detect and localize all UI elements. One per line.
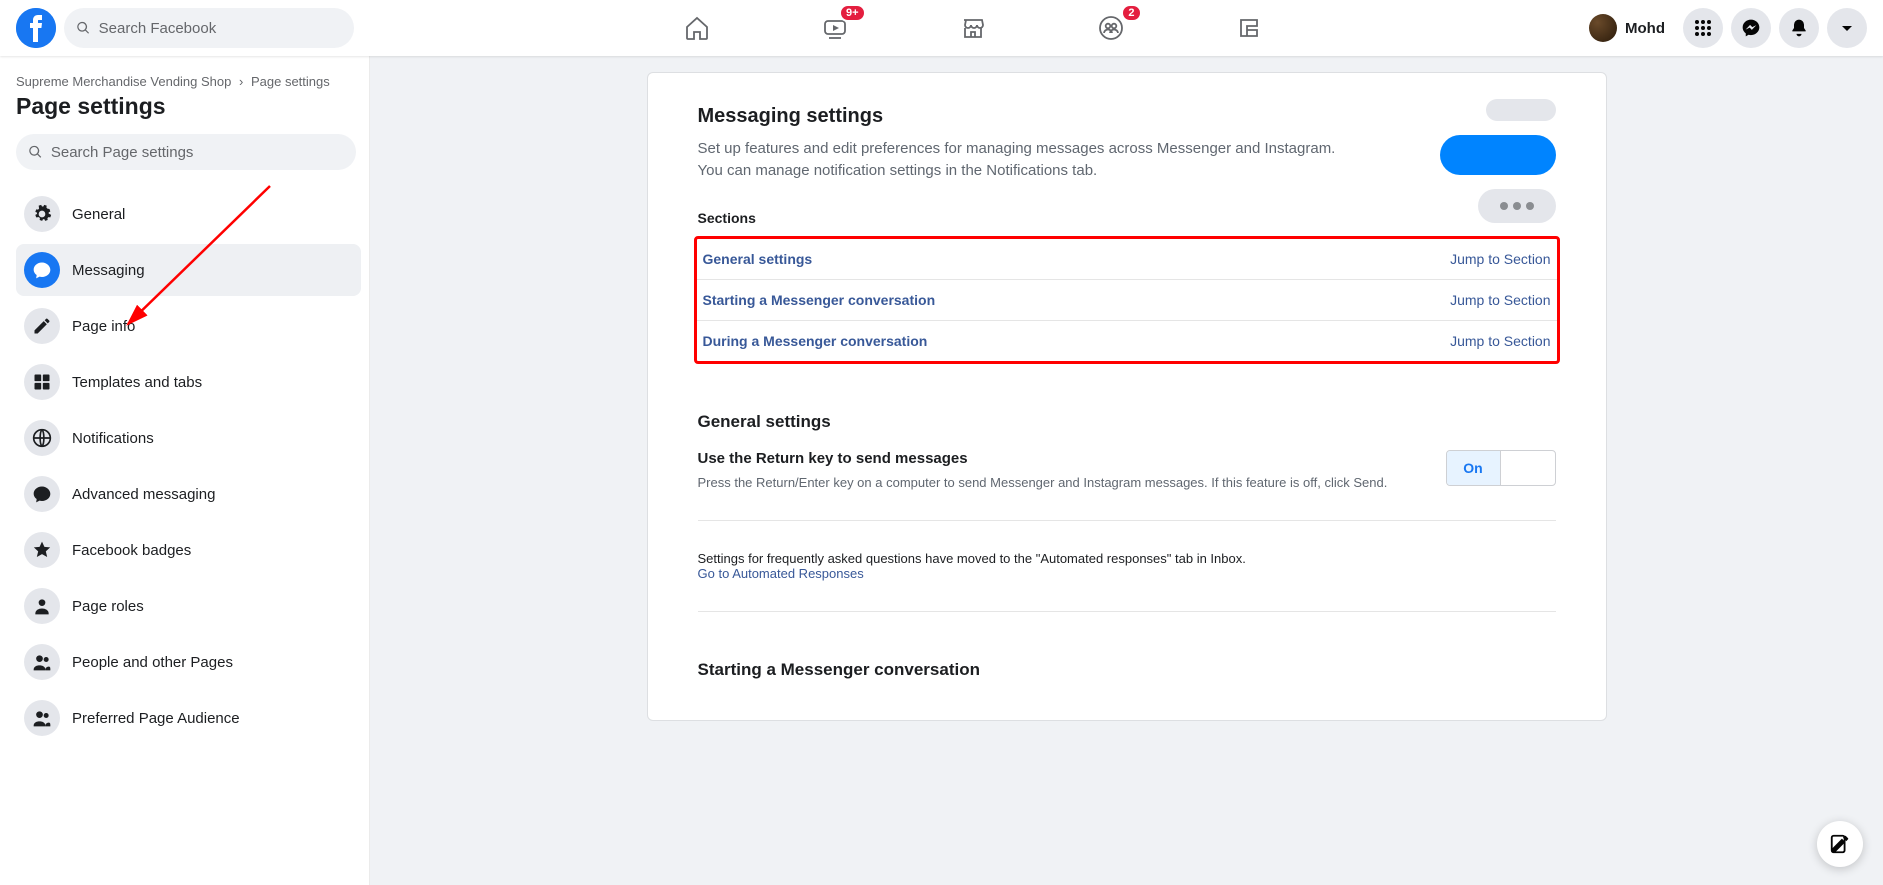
jump-link[interactable]: Jump to Section — [1450, 251, 1550, 267]
starting-heading: Starting a Messenger conversation — [698, 660, 1556, 680]
user-name: Mohd — [1625, 20, 1665, 37]
sections-label: Sections — [698, 210, 1556, 226]
breadcrumb-current: Page settings — [251, 74, 330, 89]
chat-illustration — [1440, 99, 1556, 223]
star-icon — [24, 532, 60, 568]
sidebar-item-label: Templates and tabs — [72, 374, 202, 391]
section-link[interactable]: General settings — [703, 251, 813, 267]
return-key-toggle[interactable]: On — [1446, 450, 1556, 486]
sidebar-item-people[interactable]: People and other Pages — [16, 636, 361, 688]
groups-icon — [1097, 14, 1125, 42]
account-dropdown[interactable] — [1827, 8, 1867, 48]
global-search[interactable] — [64, 8, 354, 48]
sidebar-item-label: People and other Pages — [72, 654, 233, 671]
panel-heading: Messaging settings — [698, 105, 1556, 128]
section-link[interactable]: Starting a Messenger conversation — [703, 292, 936, 308]
setting-title: Use the Return key to send messages — [698, 450, 1388, 467]
chat-icon — [24, 476, 60, 512]
tab-gaming[interactable] — [1184, 0, 1314, 56]
pencil-icon — [24, 308, 60, 344]
person-icon — [24, 588, 60, 624]
grid-icon — [1693, 18, 1713, 38]
panel-description: Set up features and edit preferences for… — [698, 138, 1348, 182]
global-search-input[interactable] — [99, 20, 342, 37]
top-nav: 9+ 2 Mohd — [0, 0, 1883, 56]
breadcrumb-page-link[interactable]: Supreme Merchandise Vending Shop — [16, 74, 231, 89]
people-icon — [24, 700, 60, 736]
sidebar-search[interactable] — [16, 134, 356, 170]
search-icon — [76, 20, 91, 36]
sidebar-item-label: Notifications — [72, 430, 154, 447]
avatar — [1589, 14, 1617, 42]
divider — [698, 520, 1556, 521]
sidebar-item-label: Advanced messaging — [72, 486, 215, 503]
tab-watch[interactable]: 9+ — [770, 0, 900, 56]
people-icon — [24, 644, 60, 680]
marketplace-icon — [959, 14, 987, 42]
menu-button[interactable] — [1683, 8, 1723, 48]
sidebar-list: General Messaging Page info Templates an… — [16, 188, 361, 744]
sidebar-item-label: Messaging — [72, 262, 145, 279]
messaging-panel: Messaging settings Set up features and e… — [647, 72, 1607, 721]
compose-button[interactable] — [1817, 821, 1863, 867]
sections-highlight-box: General settings Jump to Section Startin… — [694, 236, 1560, 364]
main-content: Messaging settings Set up features and e… — [370, 0, 1883, 885]
section-row-during[interactable]: During a Messenger conversation Jump to … — [697, 321, 1557, 361]
sidebar-item-label: Page info — [72, 318, 135, 335]
gear-icon — [24, 196, 60, 232]
general-heading: General settings — [698, 412, 1556, 432]
chat-icon — [24, 252, 60, 288]
page-title: Page settings — [16, 93, 361, 120]
return-key-setting: Use the Return key to send messages Pres… — [698, 450, 1556, 490]
watch-badge: 9+ — [839, 4, 866, 22]
notifications-button[interactable] — [1779, 8, 1819, 48]
section-row-starting[interactable]: Starting a Messenger conversation Jump t… — [697, 280, 1557, 321]
user-chip[interactable]: Mohd — [1585, 10, 1675, 46]
tab-home[interactable] — [632, 0, 762, 56]
jump-link[interactable]: Jump to Section — [1450, 292, 1550, 308]
toggle-on[interactable]: On — [1447, 451, 1501, 485]
section-row-general[interactable]: General settings Jump to Section — [697, 239, 1557, 280]
compose-icon — [1829, 833, 1851, 855]
tab-groups[interactable]: 2 — [1046, 0, 1176, 56]
sidebar-item-audience[interactable]: Preferred Page Audience — [16, 692, 361, 744]
toggle-off[interactable] — [1501, 451, 1555, 485]
jump-link[interactable]: Jump to Section — [1450, 333, 1550, 349]
breadcrumb-separator: › — [239, 74, 243, 89]
sidebar-item-label: Facebook badges — [72, 542, 191, 559]
setting-subtitle: Press the Return/Enter key on a computer… — [698, 475, 1388, 490]
sidebar-search-input[interactable] — [51, 144, 344, 161]
sidebar: Supreme Merchandise Vending Shop › Page … — [0, 56, 370, 885]
messenger-icon — [1741, 18, 1761, 38]
section-link[interactable]: During a Messenger conversation — [703, 333, 928, 349]
sidebar-item-page-roles[interactable]: Page roles — [16, 580, 361, 632]
messenger-button[interactable] — [1731, 8, 1771, 48]
sidebar-item-page-info[interactable]: Page info — [16, 300, 361, 352]
globe-icon — [24, 420, 60, 456]
automated-responses-link[interactable]: Go to Automated Responses — [698, 566, 864, 581]
sidebar-item-label: Preferred Page Audience — [72, 710, 240, 727]
faq-note: Settings for frequently asked questions … — [698, 551, 1556, 581]
sidebar-item-messaging[interactable]: Messaging — [16, 244, 361, 296]
sidebar-item-label: General — [72, 206, 125, 223]
sidebar-item-label: Page roles — [72, 598, 144, 615]
sidebar-item-notifications[interactable]: Notifications — [16, 412, 361, 464]
faq-note-text: Settings for frequently asked questions … — [698, 551, 1246, 566]
sidebar-item-templates[interactable]: Templates and tabs — [16, 356, 361, 408]
home-icon — [683, 14, 711, 42]
groups-badge: 2 — [1121, 4, 1141, 22]
tab-marketplace[interactable] — [908, 0, 1038, 56]
caret-down-icon — [1837, 18, 1857, 38]
gaming-icon — [1235, 14, 1263, 42]
sidebar-item-badges[interactable]: Facebook badges — [16, 524, 361, 576]
facebook-logo[interactable] — [16, 8, 56, 48]
search-icon — [28, 144, 43, 160]
divider — [698, 611, 1556, 612]
sidebar-item-advanced-messaging[interactable]: Advanced messaging — [16, 468, 361, 520]
bell-icon — [1789, 18, 1809, 38]
grid-icon — [24, 364, 60, 400]
breadcrumb: Supreme Merchandise Vending Shop › Page … — [16, 74, 361, 89]
sidebar-item-general[interactable]: General — [16, 188, 361, 240]
